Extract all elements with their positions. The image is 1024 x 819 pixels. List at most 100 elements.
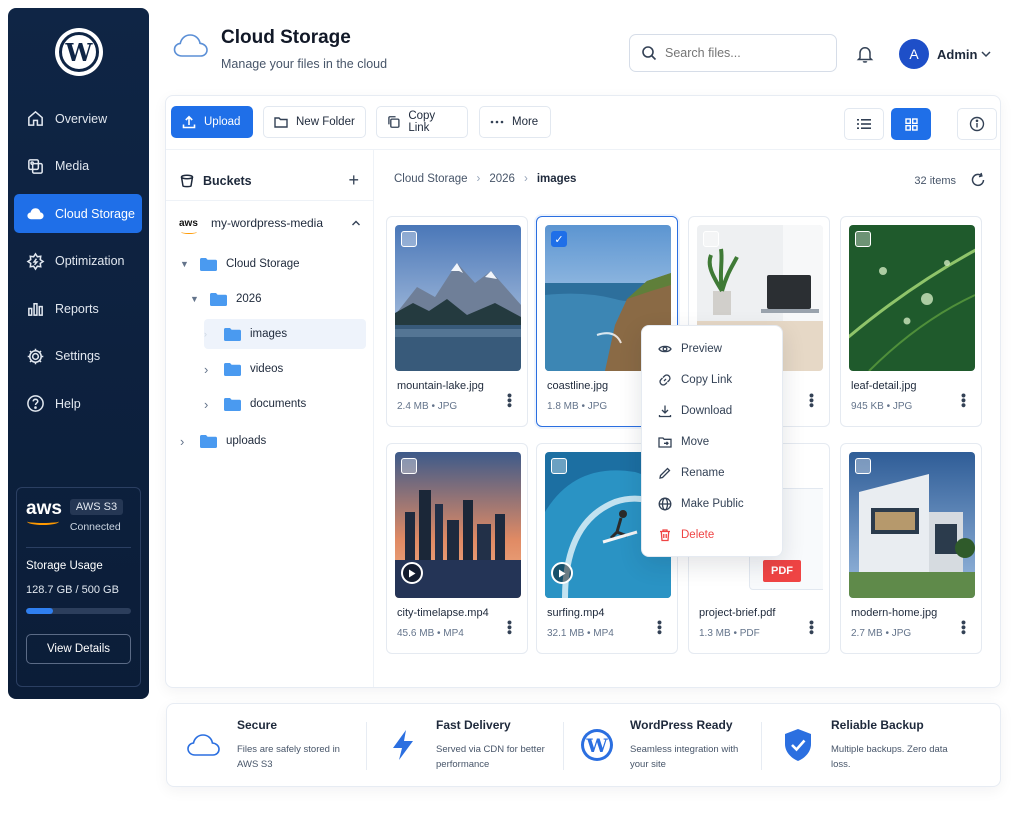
divider	[563, 722, 564, 770]
chevron-up-icon[interactable]	[351, 219, 361, 227]
optimization-icon	[26, 252, 45, 270]
grid-icon	[904, 117, 918, 131]
sidebar-item-optimization[interactable]: Optimization	[14, 242, 142, 281]
menu-item-rename[interactable]: Rename	[642, 457, 782, 488]
context-menu: Preview Copy Link Download Move Rename M…	[641, 325, 783, 557]
new-folder-button[interactable]: New Folder	[263, 106, 366, 138]
add-bucket-button[interactable]: +	[348, 170, 359, 191]
copy-link-button[interactable]: Copy Link	[376, 106, 468, 138]
chevron-down-icon[interactable]: ▼	[180, 259, 190, 269]
breadcrumb-current: images	[536, 173, 577, 185]
search-box[interactable]	[629, 34, 837, 72]
breadcrumb-item[interactable]: Cloud Storage	[394, 173, 468, 185]
menu-item-preview[interactable]: Preview	[642, 333, 782, 364]
file-name: modern-home.jpg	[851, 607, 938, 619]
user-name[interactable]: Admin	[937, 47, 977, 62]
menu-item-make-public[interactable]: Make Public	[642, 488, 782, 519]
sidebar-item-help[interactable]: Help	[14, 384, 142, 423]
bell-icon[interactable]	[855, 44, 875, 64]
file-card[interactable]: modern-home.jpg 2.7 MB • JPG •••	[840, 443, 982, 654]
search-input[interactable]	[665, 46, 825, 60]
kebab-menu-icon[interactable]: •••	[502, 620, 518, 635]
sidebar-item-cloud-storage[interactable]: Cloud Storage	[14, 194, 142, 233]
tree-node-documents[interactable]: › documents	[204, 389, 366, 419]
breadcrumb-item[interactable]: 2026	[489, 173, 515, 185]
select-checkbox[interactable]	[401, 458, 417, 474]
divider	[366, 722, 367, 770]
chevron-down-icon[interactable]: ▼	[190, 294, 200, 304]
chevron-right-icon[interactable]: ›	[204, 329, 214, 339]
list-view-button[interactable]	[844, 108, 884, 140]
select-checkbox[interactable]	[855, 458, 871, 474]
kebab-menu-icon[interactable]: •••	[804, 620, 820, 635]
play-icon[interactable]	[401, 562, 423, 584]
sidebar-item-settings[interactable]: Settings	[14, 337, 142, 376]
bucket-icon	[180, 173, 194, 187]
storage-usage-bar-fill	[26, 608, 53, 614]
sidebar-item-label: Media	[55, 159, 90, 173]
tree-node-videos[interactable]: › videos	[204, 354, 366, 384]
list-icon	[857, 119, 871, 129]
folder-icon	[200, 434, 217, 448]
select-checkbox[interactable]	[703, 231, 719, 247]
reports-icon	[28, 302, 43, 316]
info-button[interactable]	[957, 108, 997, 140]
upload-button[interactable]: Upload	[171, 106, 253, 138]
file-name: coastline.jpg	[547, 380, 609, 392]
play-icon[interactable]	[551, 562, 573, 584]
select-checkbox[interactable]	[401, 231, 417, 247]
upload-icon	[182, 115, 196, 129]
grid-view-button[interactable]	[891, 108, 931, 140]
tree-node-cloud-storage[interactable]: ▼ Cloud Storage	[180, 249, 360, 279]
connection-status: Connected	[69, 521, 121, 533]
aws-logo: aws	[26, 499, 62, 525]
tree-node-2026[interactable]: ▼ 2026	[190, 284, 360, 314]
menu-item-download[interactable]: Download	[642, 395, 782, 426]
chevron-down-icon[interactable]	[980, 49, 992, 59]
refresh-icon[interactable]	[970, 172, 986, 188]
sidebar-item-label: Overview	[55, 111, 108, 126]
select-checkbox[interactable]	[855, 231, 871, 247]
divider	[166, 200, 373, 201]
kebab-menu-icon[interactable]: •••	[804, 393, 820, 408]
menu-item-move[interactable]: Move	[642, 426, 782, 457]
tree-node-images[interactable]: › images	[204, 319, 366, 349]
eye-icon	[658, 345, 672, 352]
kebab-menu-icon[interactable]: •••	[652, 620, 668, 635]
folder-icon	[200, 257, 217, 271]
chevron-right-icon[interactable]: ›	[204, 362, 214, 377]
file-meta: 2.7 MB • JPG	[851, 628, 912, 639]
chevron-right-icon[interactable]: ›	[204, 397, 214, 412]
tree-node-uploads[interactable]: › uploads	[180, 426, 360, 456]
file-card[interactable]: leaf-detail.jpg 945 KB • JPG •••	[840, 216, 982, 427]
toolbar: Upload New Folder Copy Link More	[166, 96, 1000, 150]
sidebar-nav: Overview Media Cloud Storage Optimizatio…	[14, 99, 142, 432]
file-card[interactable]: mountain-lake.jpg 2.4 MB • JPG •••	[386, 216, 528, 427]
menu-item-copy-link[interactable]: Copy Link	[642, 364, 782, 395]
file-meta: 45.6 MB • MP4	[397, 628, 464, 639]
bucket-item[interactable]: aws my-wordpress-media	[179, 216, 361, 234]
storage-usage-bar	[26, 608, 131, 614]
chevron-right-icon[interactable]: ›	[180, 434, 190, 449]
aws-s3-badge: AWS S3	[69, 499, 124, 515]
avatar[interactable]: A	[899, 39, 929, 69]
select-checkbox[interactable]	[551, 458, 567, 474]
folder-icon	[224, 327, 241, 341]
wordpress-logo[interactable]: W	[55, 28, 103, 76]
file-card[interactable]: city-timelapse.mp4 45.6 MB • MP4 •••	[386, 443, 528, 654]
kebab-menu-icon[interactable]: •••	[502, 393, 518, 408]
kebab-menu-icon[interactable]: •••	[956, 620, 972, 635]
view-details-button[interactable]: View Details	[26, 634, 131, 664]
aws-connection-card: aws AWS S3 Connected Storage Usage 128.7…	[16, 487, 141, 687]
item-count: 32 items	[914, 175, 956, 187]
globe-icon	[658, 497, 672, 510]
sidebar-item-media[interactable]: Media	[14, 147, 142, 186]
sidebar-item-reports[interactable]: Reports	[14, 289, 142, 328]
storage-usage-value: 128.7 GB / 500 GB	[26, 584, 119, 596]
kebab-menu-icon[interactable]: •••	[956, 393, 972, 408]
more-button[interactable]: More	[479, 106, 551, 138]
select-checkbox[interactable]: ✓	[551, 231, 567, 247]
menu-item-delete[interactable]: Delete	[642, 519, 782, 550]
folder-icon	[274, 117, 288, 128]
sidebar-item-overview[interactable]: Overview	[14, 99, 142, 138]
